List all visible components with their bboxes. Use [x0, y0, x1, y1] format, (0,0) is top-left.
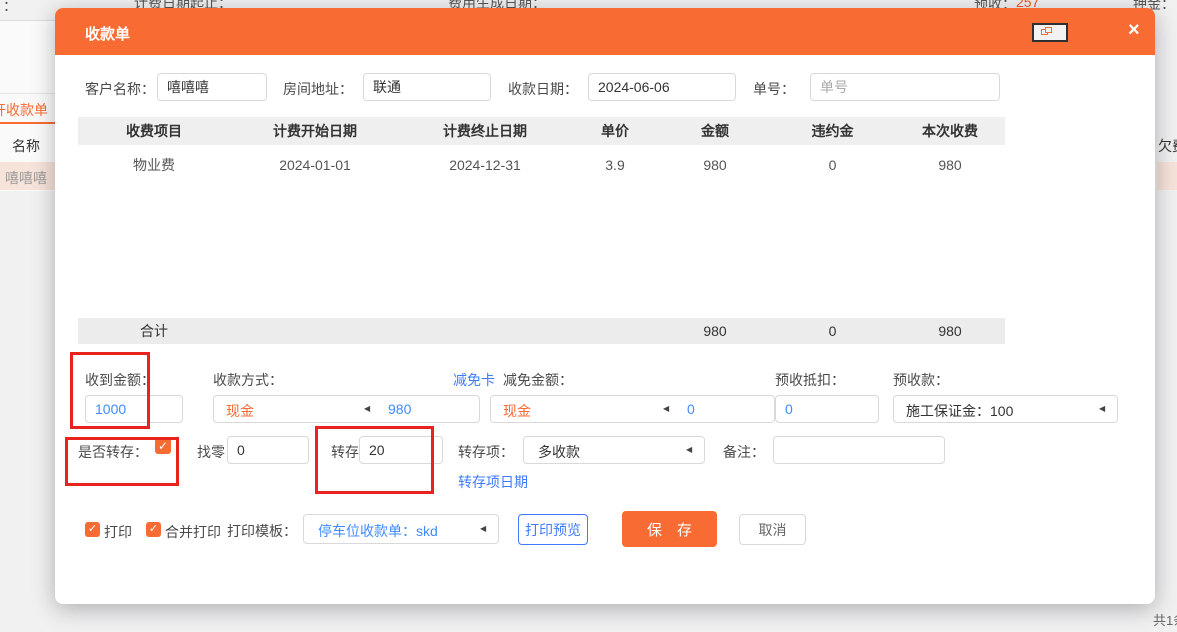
check-icon: ✓	[88, 523, 97, 535]
transfer-label: 转存	[331, 442, 359, 462]
cell-start-date: 2024-01-01	[230, 157, 400, 173]
chevron-dropdown-icon[interactable]: ◀	[480, 524, 486, 533]
receipt-date-input[interactable]	[588, 73, 736, 101]
col-header: 单价	[570, 121, 660, 141]
print-template-value: 停车位收款单：skd	[318, 521, 438, 541]
total-label: 合计	[78, 321, 230, 341]
received-amount-input[interactable]	[85, 395, 183, 423]
col-header: 收费项目	[78, 121, 230, 141]
check-icon: ✓	[158, 439, 168, 453]
customer-name-label: 客户名称：	[85, 79, 155, 99]
chevron-dropdown-icon[interactable]: ◀	[663, 404, 669, 413]
chevron-dropdown-icon[interactable]: ◀	[1099, 404, 1105, 413]
is-transfer-checkbox[interactable]: ✓	[155, 438, 171, 454]
bg-left-label: ：	[3, 0, 17, 16]
payment-method-label: 收款方式：	[213, 370, 283, 390]
bg-col-header-arrears: 欠费	[1158, 136, 1177, 156]
precollect-deduct-input[interactable]	[775, 395, 879, 423]
check-icon: ✓	[149, 523, 158, 535]
transfer-item-value: 多收款	[538, 442, 580, 462]
bg-divider-2	[0, 93, 55, 94]
remark-input[interactable]	[773, 436, 945, 464]
chevron-dropdown-icon[interactable]: ◀	[686, 445, 692, 454]
fee-table-header: 收费项目 计费开始日期 计费终止日期 单价 金额 违约金 本次收费	[78, 117, 1005, 145]
cell-current-charge: 980	[895, 157, 1005, 173]
save-button[interactable]: 保 存	[622, 511, 717, 547]
restore-glyph-front	[1045, 27, 1052, 33]
transfer-input[interactable]	[359, 436, 443, 464]
bg-selected-row-right	[1157, 162, 1177, 190]
col-header: 计费开始日期	[230, 121, 400, 141]
reduction-combo[interactable]: 现金 ◀ 0	[490, 395, 775, 423]
change-input[interactable]	[227, 436, 309, 464]
change-label: 找零	[197, 442, 225, 462]
cell-unit-price: 3.9	[570, 157, 660, 173]
bg-selected-row-left[interactable]: 嘻嘻嘻	[0, 162, 55, 190]
print-template-label: 打印模板：	[227, 521, 297, 541]
reduction-amount-value[interactable]: 0	[687, 401, 695, 417]
receipt-dialog: 收款单 × 客户名称： 房间地址： 收款日期： 单号： 收费项目 计费开始日期 …	[55, 8, 1155, 604]
print-preview-button[interactable]: 打印预览	[518, 514, 588, 545]
transfer-item-label: 转存项：	[458, 442, 514, 462]
bg-tab-receipt[interactable]: 开收款单	[0, 96, 55, 124]
precollect-value: 施工保证金：100	[906, 401, 1013, 421]
col-header: 金额	[660, 121, 770, 141]
payment-method-amount[interactable]: 980	[388, 401, 411, 417]
receipt-date-label: 收款日期：	[508, 79, 578, 99]
bg-tab-receipt-label: 开收款单	[0, 100, 48, 120]
maximize-icon[interactable]	[1032, 23, 1068, 42]
col-header: 本次收费	[895, 121, 1005, 141]
merge-print-checkbox[interactable]: ✓	[146, 522, 161, 537]
order-no-label: 单号：	[753, 79, 795, 99]
col-header: 违约金	[770, 121, 895, 141]
print-template-dropdown[interactable]: 停车位收款单：skd ◀	[303, 514, 499, 544]
payment-method-combo[interactable]: 现金 ◀ 980	[213, 395, 480, 423]
print-checkbox[interactable]: ✓	[85, 522, 100, 537]
total-amount: 980	[660, 323, 770, 339]
close-icon[interactable]: ×	[1128, 19, 1140, 42]
customer-name-input[interactable]	[157, 73, 267, 101]
bg-row-customer: 嘻嘻嘻	[5, 168, 47, 188]
total-current-charge: 980	[895, 323, 1005, 339]
bg-col-header-name: 名称	[12, 136, 40, 156]
table-total-row: 合计 980 0 980	[78, 318, 1005, 344]
total-penalty: 0	[770, 323, 895, 339]
dialog-header: 收款单 ×	[55, 8, 1155, 55]
dialog-title: 收款单	[85, 23, 130, 44]
cell-fee-item: 物业费	[78, 155, 230, 175]
cell-penalty: 0	[770, 157, 895, 173]
table-row[interactable]: 物业费 2024-01-01 2024-12-31 3.9 980 0 980	[78, 148, 1005, 182]
cancel-button[interactable]: 取消	[739, 514, 806, 545]
order-no-input[interactable]	[810, 73, 1000, 101]
precollect-label: 预收款：	[893, 370, 949, 390]
reduction-card-link[interactable]: 减免卡	[453, 370, 495, 390]
transfer-item-dropdown[interactable]: 多收款 ◀	[523, 436, 705, 464]
col-header: 计费终止日期	[400, 121, 570, 141]
reduction-method-value: 现金	[503, 401, 531, 421]
print-label: 打印	[104, 522, 132, 542]
reduction-amount-label: 减免金额：	[503, 370, 573, 390]
cell-amount: 980	[660, 157, 770, 173]
transfer-date-link[interactable]: 转存项日期	[458, 472, 528, 492]
payment-method-value: 现金	[226, 401, 254, 421]
room-address-input[interactable]	[363, 73, 491, 101]
chevron-dropdown-icon[interactable]: ◀	[364, 404, 370, 413]
merge-print-label: 合并打印	[165, 522, 221, 542]
cell-end-date: 2024-12-31	[400, 157, 570, 173]
room-address-label: 房间地址：	[283, 79, 353, 99]
is-transfer-label: 是否转存：	[78, 442, 148, 462]
remark-label: 备注：	[723, 442, 765, 462]
precollect-dropdown[interactable]: 施工保证金：100 ◀	[893, 395, 1118, 423]
received-amount-label: 收到金额：	[85, 370, 155, 390]
precollect-deduct-label: 预收抵扣：	[775, 370, 845, 390]
bg-record-count: 共1条	[1153, 610, 1177, 629]
